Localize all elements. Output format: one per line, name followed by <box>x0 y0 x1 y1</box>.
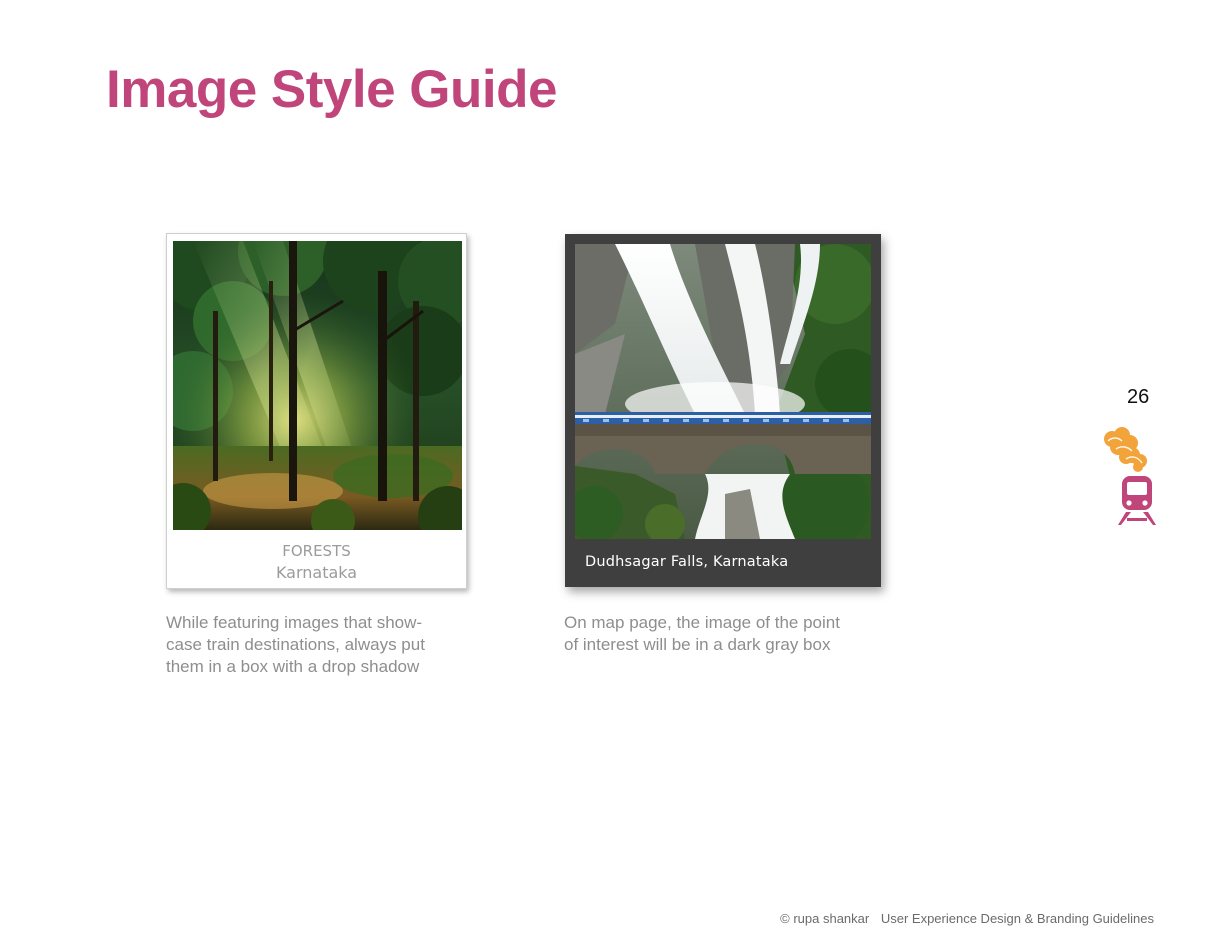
footer: © rupa shankar User Experience Design & … <box>780 911 1154 926</box>
dark-box-description: On map page, the image of the point of i… <box>564 612 884 656</box>
description-line: case train destinations, always put <box>166 635 425 654</box>
description-line: them in a box with a drop shadow <box>166 657 420 676</box>
description-line: While featuring images that show- <box>166 613 423 632</box>
waterfall-caption: Dudhsagar Falls, Karnataka <box>585 554 789 570</box>
forest-image-card: FORESTS Karnataka <box>166 233 467 589</box>
page-number: 26 <box>1127 386 1150 408</box>
forest-caption-location: Karnataka <box>275 563 358 582</box>
footer-title: User Experience Design & Branding Guidel… <box>880 911 1154 926</box>
light-box-description: While featuring images that show- case t… <box>166 612 466 678</box>
waterfall-photo <box>575 244 871 539</box>
steam-cloud-icon <box>1102 427 1150 478</box>
forest-photo <box>173 241 462 530</box>
forest-caption-title: FORESTS <box>282 542 351 560</box>
train-icon <box>1118 474 1156 531</box>
waterfall-image-card: Dudhsagar Falls, Karnataka <box>565 234 881 587</box>
footer-credit: © rupa shankar <box>780 911 870 926</box>
description-line: of interest will be in a dark gray box <box>564 635 831 654</box>
page-title: Image Style Guide <box>106 60 557 119</box>
description-line: On map page, the image of the point <box>564 613 840 632</box>
